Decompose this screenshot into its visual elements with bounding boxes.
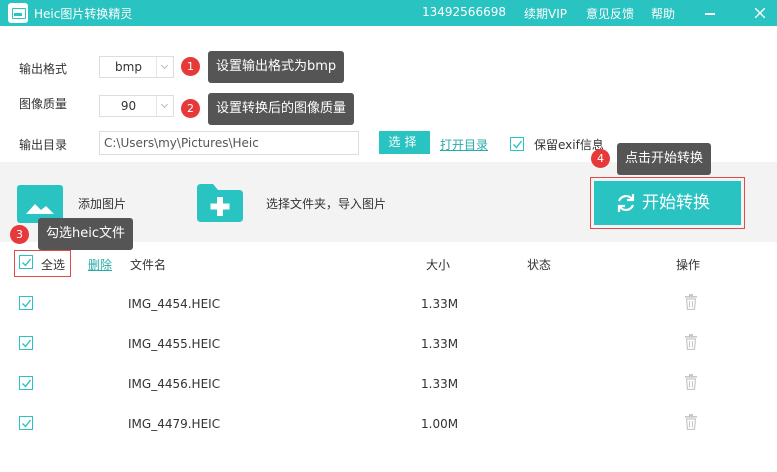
folder-add-icon[interactable] xyxy=(197,184,243,222)
output-dir-input[interactable]: C:\Users\my\Pictures\Heic xyxy=(99,131,359,155)
select-all-checkbox[interactable] xyxy=(19,255,33,269)
row-file-name: IMG_4456.HEIC xyxy=(128,377,221,391)
help-link[interactable]: 帮助 xyxy=(651,5,675,22)
close-icon xyxy=(755,8,765,18)
app-logo-icon xyxy=(8,3,28,23)
account-phone[interactable]: 13492566698 xyxy=(422,5,506,19)
check-icon xyxy=(22,379,32,388)
refresh-icon xyxy=(617,194,635,212)
col-header-action: 操作 xyxy=(676,258,701,272)
check-icon xyxy=(22,419,32,428)
annotation-tip-4: 点击开始转换 xyxy=(617,143,712,175)
output-dir-label: 输出目录 xyxy=(19,138,68,152)
trash-icon[interactable] xyxy=(684,334,698,350)
chevron-down-icon xyxy=(156,96,173,116)
row-checkbox[interactable] xyxy=(19,296,33,310)
check-icon xyxy=(22,339,32,348)
output-format-select[interactable]: bmp xyxy=(99,56,174,78)
title-bar: Heic图片转换精灵 13492566698 续期VIP 意见反馈 帮助 xyxy=(0,0,777,26)
renew-vip-link[interactable]: 续期VIP xyxy=(524,5,567,22)
open-dir-link[interactable]: 打开目录 xyxy=(440,136,488,153)
close-button[interactable] xyxy=(747,0,773,26)
col-header-size: 大小 xyxy=(426,258,451,272)
annotation-badge-1: 1 xyxy=(181,57,200,76)
annotation-tip-2: 设置转换后的图像质量 xyxy=(208,93,355,125)
annotation-badge-3: 3 xyxy=(10,225,29,244)
annotation-tip-1: 设置输出格式为bmp xyxy=(208,51,345,83)
feedback-link[interactable]: 意见反馈 xyxy=(586,5,634,22)
image-quality-label: 图像质量 xyxy=(19,97,68,111)
image-quality-select[interactable]: 90 xyxy=(99,95,174,117)
check-icon xyxy=(513,140,523,149)
row-checkbox[interactable] xyxy=(19,376,33,390)
col-header-status: 状态 xyxy=(527,258,552,272)
annotation-tip-3: 勾选heic文件 xyxy=(38,218,133,250)
select-all-label[interactable]: 全选 xyxy=(41,256,65,273)
row-file-name: IMG_4454.HEIC xyxy=(128,297,221,311)
row-checkbox[interactable] xyxy=(19,336,33,350)
check-icon xyxy=(22,299,32,308)
add-image-button[interactable]: 添加图片 xyxy=(78,195,126,212)
keep-exif-checkbox[interactable] xyxy=(510,137,524,151)
row-file-size: 1.33M xyxy=(421,337,459,351)
check-icon xyxy=(22,258,32,267)
minimize-button[interactable] xyxy=(697,0,723,26)
trash-icon[interactable] xyxy=(684,294,698,310)
row-file-size: 1.33M xyxy=(421,377,459,391)
start-convert-label: 开始转换 xyxy=(642,193,710,213)
row-checkbox[interactable] xyxy=(19,416,33,430)
annotation-badge-2: 2 xyxy=(181,99,200,118)
col-header-name: 文件名 xyxy=(130,258,167,272)
choose-folder-button[interactable]: 选择文件夹，导入图片 xyxy=(266,195,386,212)
image-quality-value: 90 xyxy=(120,99,137,113)
trash-icon[interactable] xyxy=(684,414,698,430)
start-convert-button[interactable]: 开始转换 xyxy=(594,181,741,225)
choose-dir-button[interactable]: 选择 xyxy=(379,131,430,154)
annotation-badge-4: 4 xyxy=(591,149,610,168)
app-title: Heic图片转换精灵 xyxy=(34,7,133,21)
delete-link[interactable]: 删除 xyxy=(88,256,112,273)
row-file-name: IMG_4479.HEIC xyxy=(128,417,221,431)
chevron-down-icon xyxy=(156,57,173,77)
row-file-size: 1.00M xyxy=(421,417,459,431)
row-file-size: 1.33M xyxy=(421,297,459,311)
row-file-name: IMG_4455.HEIC xyxy=(128,337,221,351)
output-format-label: 输出格式 xyxy=(19,62,68,76)
output-format-value: bmp xyxy=(115,60,142,74)
trash-icon[interactable] xyxy=(684,374,698,390)
